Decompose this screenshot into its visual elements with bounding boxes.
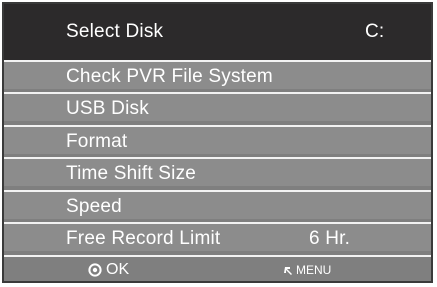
menu-item-label: Format bbox=[66, 131, 128, 152]
menu-item-value: C: bbox=[365, 21, 385, 42]
menu-footer-hints: OK MENU bbox=[4, 255, 431, 281]
menu-item-label: Free Record Limit bbox=[66, 228, 221, 249]
menu-item-label: Speed bbox=[66, 196, 122, 217]
menu-item-label: Select Disk bbox=[66, 21, 164, 42]
ok-hint-label: OK bbox=[106, 261, 130, 278]
menu-item-label: Check PVR File System bbox=[66, 66, 273, 87]
menu-item-usb-disk[interactable]: USB Disk bbox=[4, 92, 431, 121]
pvr-settings-menu: Select Disk C: Check PVR File System USB… bbox=[2, 2, 433, 283]
menu-item-check-pvr-file-system[interactable]: Check PVR File System bbox=[4, 60, 431, 89]
menu-return-icon bbox=[284, 266, 292, 275]
menu-hint-label: MENU bbox=[296, 263, 332, 277]
menu-item-label: USB Disk bbox=[66, 98, 149, 119]
menu-item-free-record-limit[interactable]: Free Record Limit 6 Hr. bbox=[4, 222, 431, 251]
menu-item-speed[interactable]: Speed bbox=[4, 190, 431, 219]
menu-item-select-disk[interactable]: Select Disk C: bbox=[4, 4, 431, 60]
menu-item-time-shift-size[interactable]: Time Shift Size bbox=[4, 157, 431, 186]
menu-hint: MENU bbox=[284, 261, 331, 279]
menu-item-value: 6 Hr. bbox=[309, 228, 351, 249]
ok-hint: OK bbox=[88, 259, 129, 281]
menu-item-format[interactable]: Format bbox=[4, 125, 431, 154]
menu-item-label: Time Shift Size bbox=[66, 163, 197, 184]
ok-circle-icon bbox=[88, 263, 102, 277]
